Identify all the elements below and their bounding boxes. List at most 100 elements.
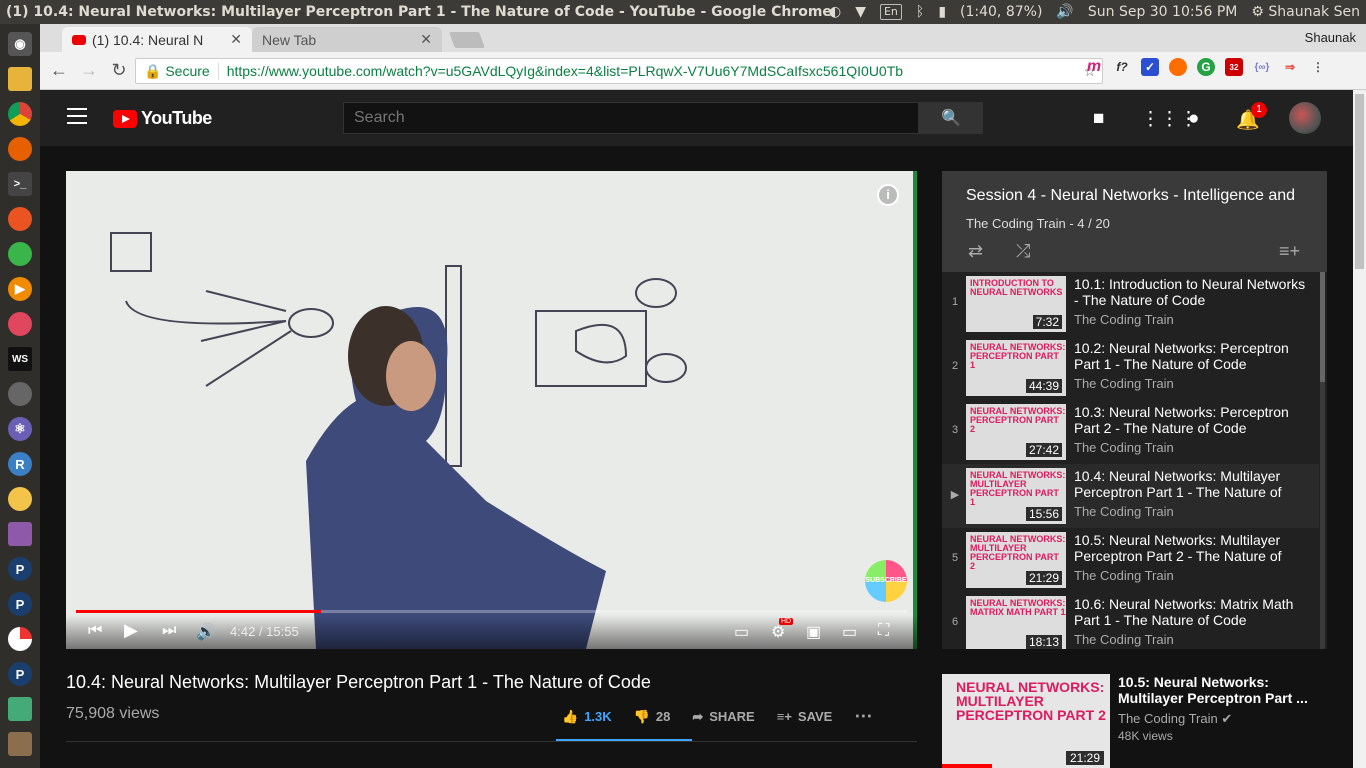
playlist-item-title[interactable]: 10.1: Introduction to Neural Networks - …	[1074, 276, 1309, 308]
video-thumbnail[interactable]: NEURAL NETWORKS: MULTILAYER PERCEPTRON P…	[966, 468, 1066, 524]
app-icon[interactable]	[8, 312, 32, 336]
previous-icon[interactable]: ⏮	[88, 622, 102, 640]
software-icon[interactable]	[8, 207, 32, 231]
playlist-item-channel[interactable]: The Coding Train	[1074, 440, 1174, 455]
playlist-title[interactable]: Session 4 - Neural Networks - Intelligen…	[966, 187, 1295, 205]
battery-status[interactable]: (1:40, 87%)	[960, 4, 1042, 20]
settings-icon[interactable]	[8, 242, 32, 266]
vlc-icon[interactable]: ▶	[8, 277, 32, 301]
sync-icon[interactable]: ◐	[829, 4, 841, 20]
playlist-item[interactable]: 5 NEURAL NETWORKS: MULTILAYER PERCEPTRON …	[942, 528, 1319, 592]
playlist-item-title[interactable]: 10.4: Neural Networks: Multilayer Percep…	[1074, 468, 1309, 500]
document-icon[interactable]	[8, 522, 32, 546]
forward-icon[interactable]: →	[74, 60, 104, 81]
rstudio-icon[interactable]: R	[8, 452, 32, 476]
video-thumbnail[interactable]: NEURAL NETWORKS: MATRIX MATH PART 1 18:13	[966, 596, 1066, 649]
video-thumbnail[interactable]: INTRODUCTION TO NEURAL NETWORKS 7:32	[966, 276, 1066, 332]
search-input[interactable]	[343, 102, 919, 134]
playlist-subtitle[interactable]: The Coding Train - 4 / 20	[966, 216, 1110, 231]
tab-new-tab[interactable]: New Tab ✕	[252, 27, 442, 52]
share-button[interactable]: ➦ SHARE	[692, 709, 754, 725]
shuffle-icon[interactable]: ⤮	[1016, 241, 1030, 262]
volume-icon[interactable]: 🔊	[1056, 4, 1073, 20]
pie-app-icon[interactable]	[8, 627, 32, 651]
scrollbar-thumb[interactable]	[1355, 94, 1364, 269]
close-icon[interactable]: ✕	[230, 31, 242, 48]
save-playlist-icon[interactable]: ≡+	[1279, 241, 1300, 262]
up-next-channel[interactable]: The Coding Train ✔	[1118, 711, 1232, 727]
playlist-item-title[interactable]: 10.2: Neural Networks: Perceptron Part 1…	[1074, 340, 1309, 372]
subscribe-watermark[interactable]: SUBSCRIBE	[865, 560, 907, 602]
next-icon[interactable]: ⏭	[162, 622, 176, 640]
atom-icon[interactable]: ⚛	[8, 417, 32, 441]
fullscreen-icon[interactable]: ⛶	[878, 622, 889, 640]
ext-icon[interactable]	[1169, 58, 1187, 76]
disks-icon[interactable]	[8, 382, 32, 406]
playlist-item-title[interactable]: 10.5: Neural Networks: Multilayer Percep…	[1074, 532, 1309, 564]
up-next-title[interactable]: 10.5: Neural Networks: Multilayer Percep…	[1118, 674, 1308, 706]
p-app-icon[interactable]: P	[8, 557, 32, 581]
m-extension-icon[interactable]: m	[1085, 58, 1103, 76]
captions-icon[interactable]: ▭	[734, 622, 749, 642]
dash-icon[interactable]: ◉	[8, 32, 32, 56]
trash-icon[interactable]	[8, 732, 32, 756]
f-extension-icon[interactable]: f?	[1113, 58, 1131, 76]
theater-mode-icon[interactable]: ▭	[842, 622, 857, 642]
p-app-icon[interactable]: P	[8, 662, 32, 686]
wifi-icon[interactable]: ▼	[855, 4, 866, 20]
miniplayer-icon[interactable]: ▣	[806, 622, 821, 642]
adblock-icon[interactable]: 32	[1225, 58, 1243, 76]
code-extension-icon[interactable]: {∞}	[1253, 58, 1271, 76]
playlist-item[interactable]: 1 INTRODUCTION TO NEURAL NETWORKS 7:32 10.1…	[942, 272, 1319, 336]
tool-icon[interactable]	[8, 697, 32, 721]
play-icon[interactable]: ▶	[124, 620, 138, 641]
p-app-icon[interactable]: P	[8, 592, 32, 616]
url-text[interactable]: https://www.youtube.com/watch?v=u5GAVdLQ…	[227, 63, 903, 79]
playlist-item[interactable]: 6 NEURAL NETWORKS: MATRIX MATH PART 1 18:1…	[942, 592, 1319, 649]
youtube-logo[interactable]: YouTube	[113, 108, 212, 129]
vue-extension-icon[interactable]: ✓	[1141, 58, 1159, 76]
playlist-item-title[interactable]: 10.6: Neural Networks: Matrix Math Part …	[1074, 596, 1309, 628]
address-bar[interactable]: 🔒 Secure https://www.youtube.com/watch?v…	[135, 58, 1103, 84]
playlist-item-title[interactable]: 10.3: Neural Networks: Perceptron Part 2…	[1074, 404, 1309, 436]
clock[interactable]: Sun Sep 30 10:56 PM	[1088, 4, 1238, 20]
dislike-button[interactable]: 👎 28	[634, 709, 671, 725]
new-tab-button[interactable]	[449, 32, 485, 48]
playlist-item-channel[interactable]: The Coding Train	[1074, 568, 1174, 583]
cast-icon[interactable]: ⇒	[1281, 58, 1299, 76]
battery-icon[interactable]: ▮	[938, 4, 946, 20]
playlist-scrollbar[interactable]	[1320, 272, 1325, 649]
secure-indicator[interactable]: 🔒 Secure	[144, 62, 219, 80]
more-actions-icon[interactable]: ⋯	[854, 706, 872, 727]
playlist-item-channel[interactable]: The Coding Train	[1074, 312, 1174, 327]
bluetooth-icon[interactable]: ᛒ	[916, 4, 924, 20]
video-thumbnail[interactable]: NEURAL NETWORKS: MULTILAYER PERCEPTRON P…	[966, 532, 1066, 588]
close-icon[interactable]: ✕	[420, 31, 432, 48]
up-next-item[interactable]: NEURAL NETWORKS: MULTILAYER PERCEPTRON P…	[942, 674, 1342, 768]
firefox-icon[interactable]	[8, 137, 32, 161]
loop-icon[interactable]: ⇄	[968, 241, 983, 262]
video-thumbnail[interactable]: NEURAL NETWORKS: MULTILAYER PERCEPTRON P…	[942, 674, 1110, 768]
terminal-icon[interactable]: >_	[8, 172, 32, 196]
playlist-item[interactable]: 3 NEURAL NETWORKS: PERCEPTRON PART 2 27:42…	[942, 400, 1319, 464]
info-icon[interactable]: i	[877, 184, 899, 206]
video-thumbnail[interactable]: NEURAL NETWORKS: PERCEPTRON PART 2 27:42	[966, 404, 1066, 460]
search-button[interactable]: 🔍	[919, 102, 983, 134]
more-menu-icon[interactable]: ⋮	[1309, 58, 1327, 76]
playlist-item[interactable]: 2 NEURAL NETWORKS: PERCEPTRON PART 1 44:39…	[942, 336, 1319, 400]
back-icon[interactable]: ←	[44, 60, 74, 81]
like-button[interactable]: 👍 1.3K	[562, 709, 612, 725]
playlist-item[interactable]: ▶ NEURAL NETWORKS: MULTILAYER PERCEPTRON …	[942, 464, 1319, 528]
grammarly-icon[interactable]: G	[1197, 58, 1215, 76]
progress-bar[interactable]	[76, 610, 907, 613]
playlist-item-channel[interactable]: The Coding Train	[1074, 376, 1174, 391]
playlist-item-channel[interactable]: The Coding Train	[1074, 504, 1174, 519]
avatar[interactable]	[1289, 102, 1321, 134]
tab-youtube[interactable]: (1) 10.4: Neural N ✕	[62, 27, 252, 52]
hamburger-menu-icon[interactable]	[67, 108, 87, 129]
reload-icon[interactable]: ↻	[104, 60, 134, 81]
save-button[interactable]: ≡+ SAVE	[777, 709, 833, 724]
webstorm-icon[interactable]: WS	[8, 347, 32, 371]
video-player[interactable]: i SUBSCRIBE ⏮ ▶ ⏭ 🔊 4:42 / 15:55 ▭ ⚙ HD …	[66, 171, 917, 649]
keyboard-layout[interactable]: En	[879, 4, 902, 20]
